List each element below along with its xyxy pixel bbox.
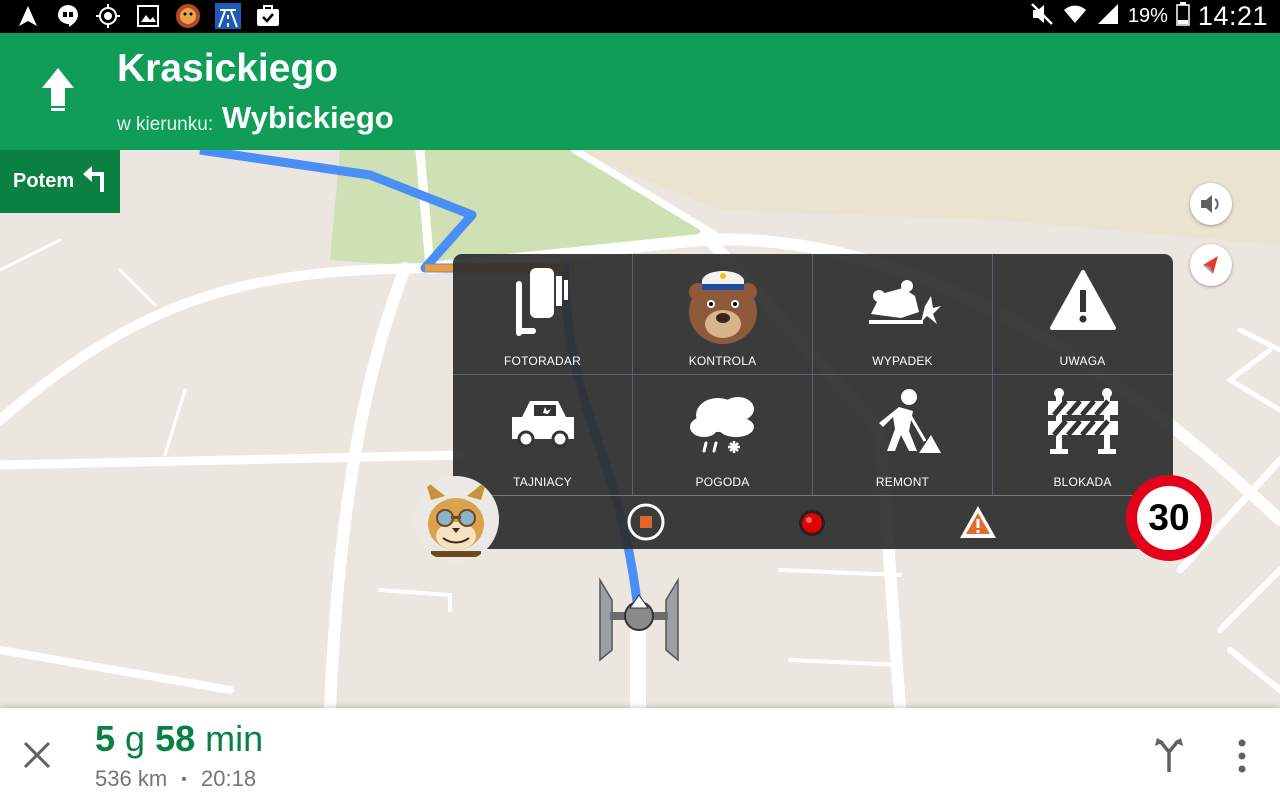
more-vert-icon [1238, 739, 1246, 773]
report-label: KONTROLA [688, 354, 757, 368]
accident-icon [868, 280, 941, 324]
police-bear-icon [688, 271, 757, 344]
report-roadblock[interactable]: BLOKADA [993, 375, 1172, 495]
battery-percent: 19% [1127, 5, 1168, 27]
report-unmarked-police[interactable]: TAJNIACY [453, 375, 632, 495]
speed-camera-icon [515, 268, 568, 336]
duration-hours: 5 [95, 718, 116, 759]
duration-minutes: 58 [155, 718, 196, 759]
speed-limit-sign: 30 [1126, 475, 1212, 561]
clipboard-check-icon [256, 4, 280, 28]
route-options-button[interactable] [1152, 736, 1186, 774]
report-panel: FOTORADAR KONTROLA WYPADEK UWAGA TAJNIAC… [453, 254, 1173, 549]
record-icon [799, 510, 825, 536]
speed-limit-value: 30 [1137, 486, 1201, 550]
lynx-mascot-icon [425, 480, 487, 557]
report-label: UWAGA [1059, 354, 1106, 368]
compass-button[interactable] [1190, 244, 1232, 286]
report-label: POGODA [695, 475, 750, 489]
user-avatar[interactable] [413, 476, 499, 562]
stop-recording-button[interactable] [627, 503, 665, 541]
alternate-routes-icon [1155, 738, 1183, 772]
wifi-icon [1062, 3, 1088, 31]
compass-icon [1203, 256, 1218, 274]
clock: 14:21 [1197, 1, 1268, 31]
unmarked-car-icon [511, 401, 574, 448]
report-label: REMONT [875, 475, 930, 489]
trip-duration: 5 g 58 min [95, 718, 263, 760]
report-weather[interactable]: POGODA [633, 375, 812, 495]
sound-button[interactable] [1190, 183, 1232, 225]
towards-label: w kierunku: [117, 114, 214, 135]
current-street: Krasickiego [117, 47, 339, 90]
navigation-header[interactable]: Krasickiego w kierunku: Wybickiego [0, 33, 1280, 150]
turn-left-icon [82, 165, 106, 198]
navigation-icon [16, 4, 40, 28]
arrival-time: 20:18 [201, 766, 257, 791]
hangouts-icon [56, 4, 80, 28]
close-navigation-button[interactable] [20, 738, 54, 772]
report-label: FOTORADAR [504, 354, 581, 368]
roadblock-icon [1047, 388, 1118, 454]
mute-icon [1030, 2, 1054, 31]
detail-separator: • [181, 771, 187, 789]
app-badge-icon [175, 3, 201, 29]
close-icon [23, 741, 51, 769]
hazard-icon [960, 506, 996, 538]
trip-distance: 536 km [95, 766, 168, 791]
weather-icon [689, 397, 754, 453]
speaker-icon [1201, 195, 1219, 213]
report-label: WYPADEK [872, 354, 933, 368]
signal-icon [1096, 3, 1120, 31]
status-bar: 19% 14:21 [0, 0, 1280, 33]
then-label: Potem [13, 170, 75, 192]
warning-icon [1049, 270, 1116, 330]
stop-icon [627, 503, 665, 541]
highway-icon [215, 3, 241, 29]
report-police[interactable]: KONTROLA [633, 254, 812, 374]
roadworks-icon [878, 389, 941, 453]
towards-street: Wybickiego [222, 100, 394, 135]
report-warning[interactable]: UWAGA [993, 254, 1172, 374]
battery-icon [1176, 1, 1190, 32]
gallery-icon [136, 4, 160, 28]
report-accident[interactable]: WYPADEK [813, 254, 992, 374]
more-options-button[interactable] [1232, 738, 1252, 774]
next-turn-chip[interactable]: Potem [0, 150, 120, 213]
straight-arrow-icon [40, 68, 76, 119]
trip-summary-bar: 5 g 58 min 536 km • 20:18 [0, 708, 1280, 800]
trip-details: 536 km • 20:18 [95, 766, 256, 792]
hours-unit: g [125, 718, 146, 759]
report-speed-camera[interactable]: FOTORADAR [453, 254, 632, 374]
minutes-unit: min [205, 718, 264, 759]
gps-icon [96, 4, 120, 28]
hazard-button[interactable] [958, 504, 998, 540]
record-button[interactable] [798, 509, 826, 537]
report-roadworks[interactable]: REMONT [813, 375, 992, 495]
